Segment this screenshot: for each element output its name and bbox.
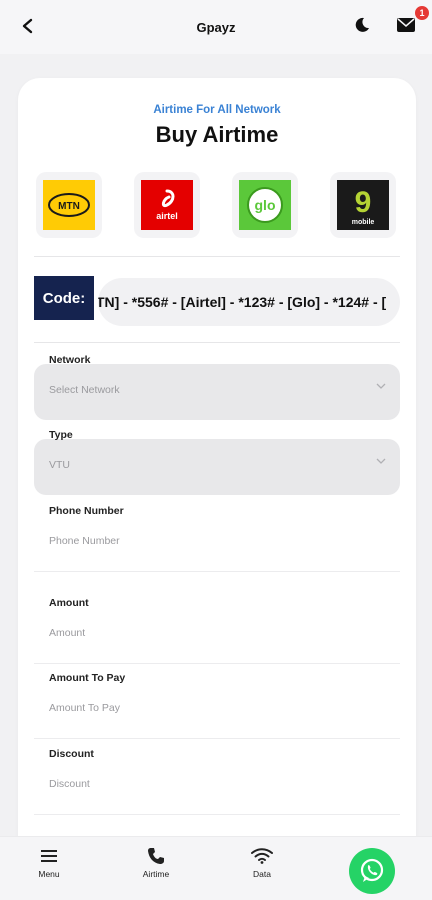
9mobile-logo: 9 mobile xyxy=(337,180,389,230)
whatsapp-icon xyxy=(360,858,384,882)
type-select[interactable] xyxy=(34,439,400,495)
discount-label: Discount xyxy=(49,748,94,760)
network-label: Network xyxy=(49,354,91,366)
9mobile-logo-text: 9 xyxy=(355,186,372,219)
app-title: Gpayz xyxy=(196,19,236,35)
amount-placeholder: Amount xyxy=(49,627,86,639)
notification-badge: 1 xyxy=(414,5,430,21)
menu-icon xyxy=(14,845,84,867)
type-select-value: VTU xyxy=(49,459,70,471)
phone-number-placeholder: Phone Number xyxy=(49,535,120,547)
back-icon[interactable] xyxy=(14,12,42,40)
discount-placeholder: Discount xyxy=(49,778,90,790)
chevron-down-icon xyxy=(376,458,386,464)
field-divider xyxy=(34,571,400,572)
network-selector: MTN airtel glo 9 mobile xyxy=(18,170,416,240)
divider xyxy=(34,256,400,257)
nav-item-label: Data xyxy=(253,869,271,879)
buy-airtime-card: Airtime For All Network Buy Airtime MTN … xyxy=(18,78,416,858)
glo-logo-text: glo xyxy=(255,197,276,213)
nav-item-menu[interactable]: Menu xyxy=(14,845,84,879)
airtel-logo-text: airtel xyxy=(156,211,178,221)
network-airtel[interactable]: airtel xyxy=(134,172,200,238)
9mobile-logo-subtext: mobile xyxy=(352,219,375,226)
ussd-code-ticker: TN] - *556# - [Airtel] - *123# - [Glo] -… xyxy=(98,278,400,326)
network-9mobile[interactable]: 9 mobile xyxy=(330,172,396,238)
whatsapp-button[interactable] xyxy=(349,848,395,894)
nav-item-data[interactable]: Data xyxy=(227,845,297,879)
amount-to-pay-label: Amount To Pay xyxy=(49,672,126,684)
field-divider xyxy=(34,738,400,739)
nav-item-label: Menu xyxy=(38,869,60,879)
field-divider xyxy=(34,814,400,815)
ussd-code-text: TN] - *556# - [Airtel] - *123# - [Glo] -… xyxy=(98,294,387,310)
nav-item-airtime[interactable]: Airtime xyxy=(121,845,191,879)
airtel-logo: airtel xyxy=(141,180,193,230)
glo-logo: glo xyxy=(239,180,291,230)
network-select-value: Select Network xyxy=(49,384,120,396)
amount-to-pay-placeholder: Amount To Pay xyxy=(49,702,121,714)
mtn-logo: MTN xyxy=(43,180,95,230)
top-bar: Gpayz 1 xyxy=(0,0,432,54)
amount-label: Amount xyxy=(49,597,89,609)
wifi-icon xyxy=(227,845,297,867)
chevron-down-icon xyxy=(376,383,386,389)
page-subtitle: Airtime For All Network xyxy=(153,104,281,116)
code-label: Code: xyxy=(34,276,94,320)
divider xyxy=(34,342,400,343)
field-divider xyxy=(34,663,400,664)
dark-mode-icon[interactable] xyxy=(350,13,374,37)
network-glo[interactable]: glo xyxy=(232,172,298,238)
amount-input[interactable] xyxy=(34,607,400,663)
network-mtn[interactable]: MTN xyxy=(36,172,102,238)
mtn-logo-text: MTN xyxy=(58,201,80,212)
phone-number-label: Phone Number xyxy=(49,505,124,517)
type-label: Type xyxy=(49,429,73,441)
phone-icon xyxy=(121,845,191,867)
page-title: Buy Airtime xyxy=(155,122,279,147)
nav-item-label: Airtime xyxy=(142,869,170,879)
